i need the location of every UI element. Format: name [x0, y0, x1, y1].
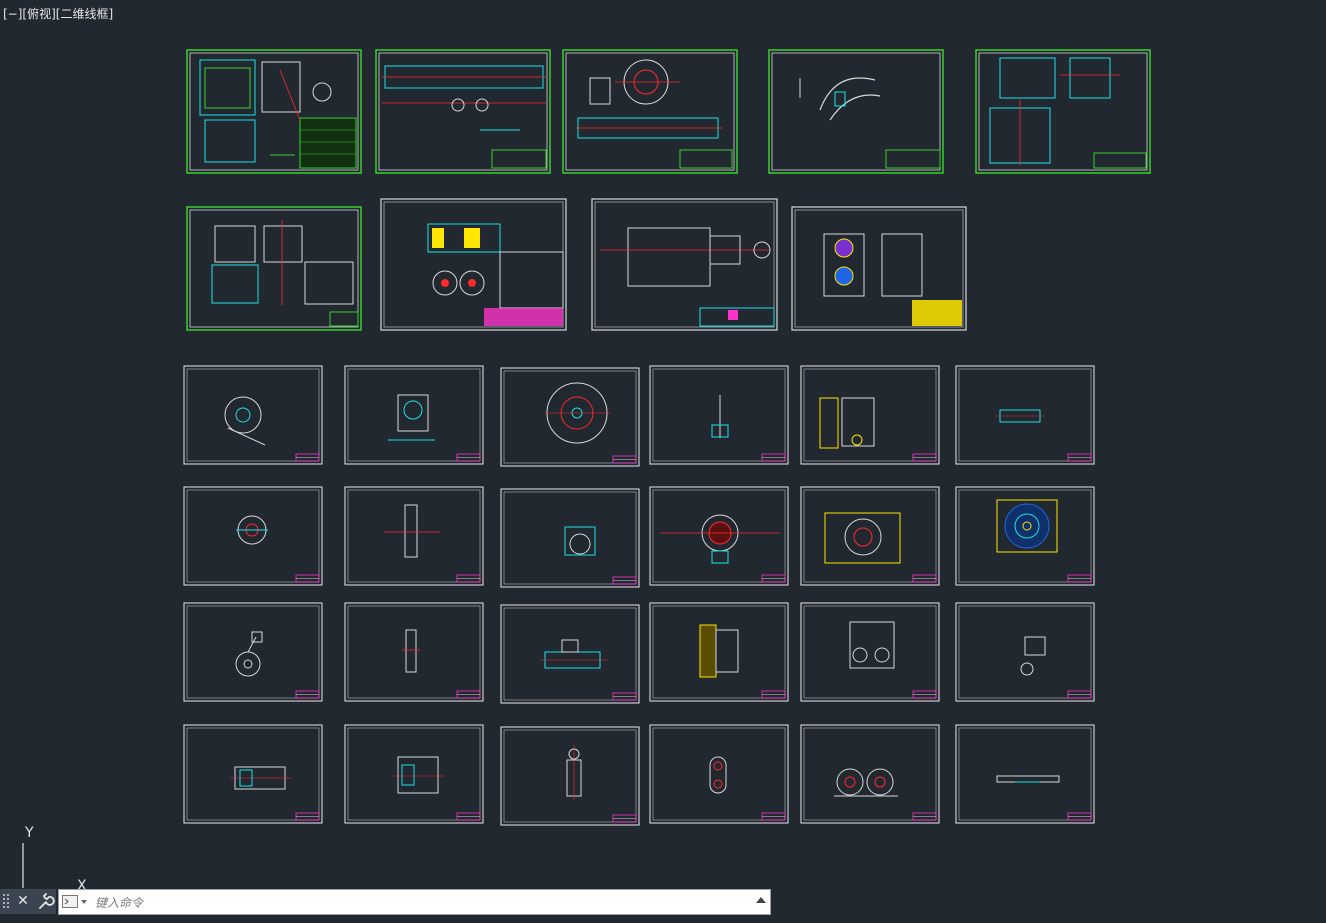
drawing-sheet-part[interactable] — [649, 724, 789, 824]
caret-up-icon[interactable] — [756, 897, 766, 903]
drawing-sheet-part[interactable] — [183, 365, 323, 465]
drawing-sheet-part[interactable] — [344, 602, 484, 702]
drawing-sheet-part[interactable] — [500, 488, 640, 588]
drawing-sheet-part[interactable] — [649, 602, 789, 702]
drawing-canvas[interactable] — [0, 0, 1326, 916]
close-icon[interactable]: ✕ — [12, 889, 34, 914]
drawing-sheet-part[interactable] — [800, 602, 940, 702]
drawing-sheet-part[interactable] — [955, 365, 1095, 465]
drawing-sheet-part[interactable] — [500, 367, 640, 467]
drawing-sheet-assembly[interactable] — [380, 198, 567, 331]
drawing-sheet-part[interactable] — [649, 365, 789, 465]
ucs-icon: Y X — [22, 825, 87, 894]
command-prompt-icon[interactable] — [62, 895, 88, 909]
drawing-sheet-assembly[interactable] — [768, 49, 944, 174]
drawing-sheet-part[interactable] — [183, 602, 323, 702]
drawing-sheet-part[interactable] — [500, 726, 640, 826]
drawing-sheet-part[interactable] — [344, 365, 484, 465]
drawing-sheet-part[interactable] — [183, 724, 323, 824]
drawing-sheet-part[interactable] — [344, 486, 484, 586]
drawing-sheet-part[interactable] — [800, 486, 940, 586]
drawing-sheet-assembly[interactable] — [791, 206, 967, 331]
drawing-sheet-assembly[interactable] — [562, 49, 738, 174]
command-input-box[interactable] — [58, 889, 771, 915]
ucs-y-label: Y — [24, 825, 34, 841]
drawing-sheet-part[interactable] — [500, 604, 640, 704]
wrench-icon[interactable] — [34, 889, 56, 914]
drawing-sheet-assembly[interactable] — [375, 49, 551, 174]
drawing-sheet-assembly[interactable] — [975, 49, 1151, 174]
grip-handle[interactable] — [0, 889, 12, 914]
drawing-sheet-assembly[interactable] — [186, 49, 362, 174]
command-line-bar: ✕ — [0, 889, 771, 915]
drawing-sheet-part[interactable] — [955, 724, 1095, 824]
drawing-sheet-assembly[interactable] — [591, 198, 778, 331]
command-input[interactable] — [93, 892, 747, 914]
drawing-sheet-assembly[interactable] — [186, 206, 362, 331]
drawing-sheet-part[interactable] — [800, 365, 940, 465]
